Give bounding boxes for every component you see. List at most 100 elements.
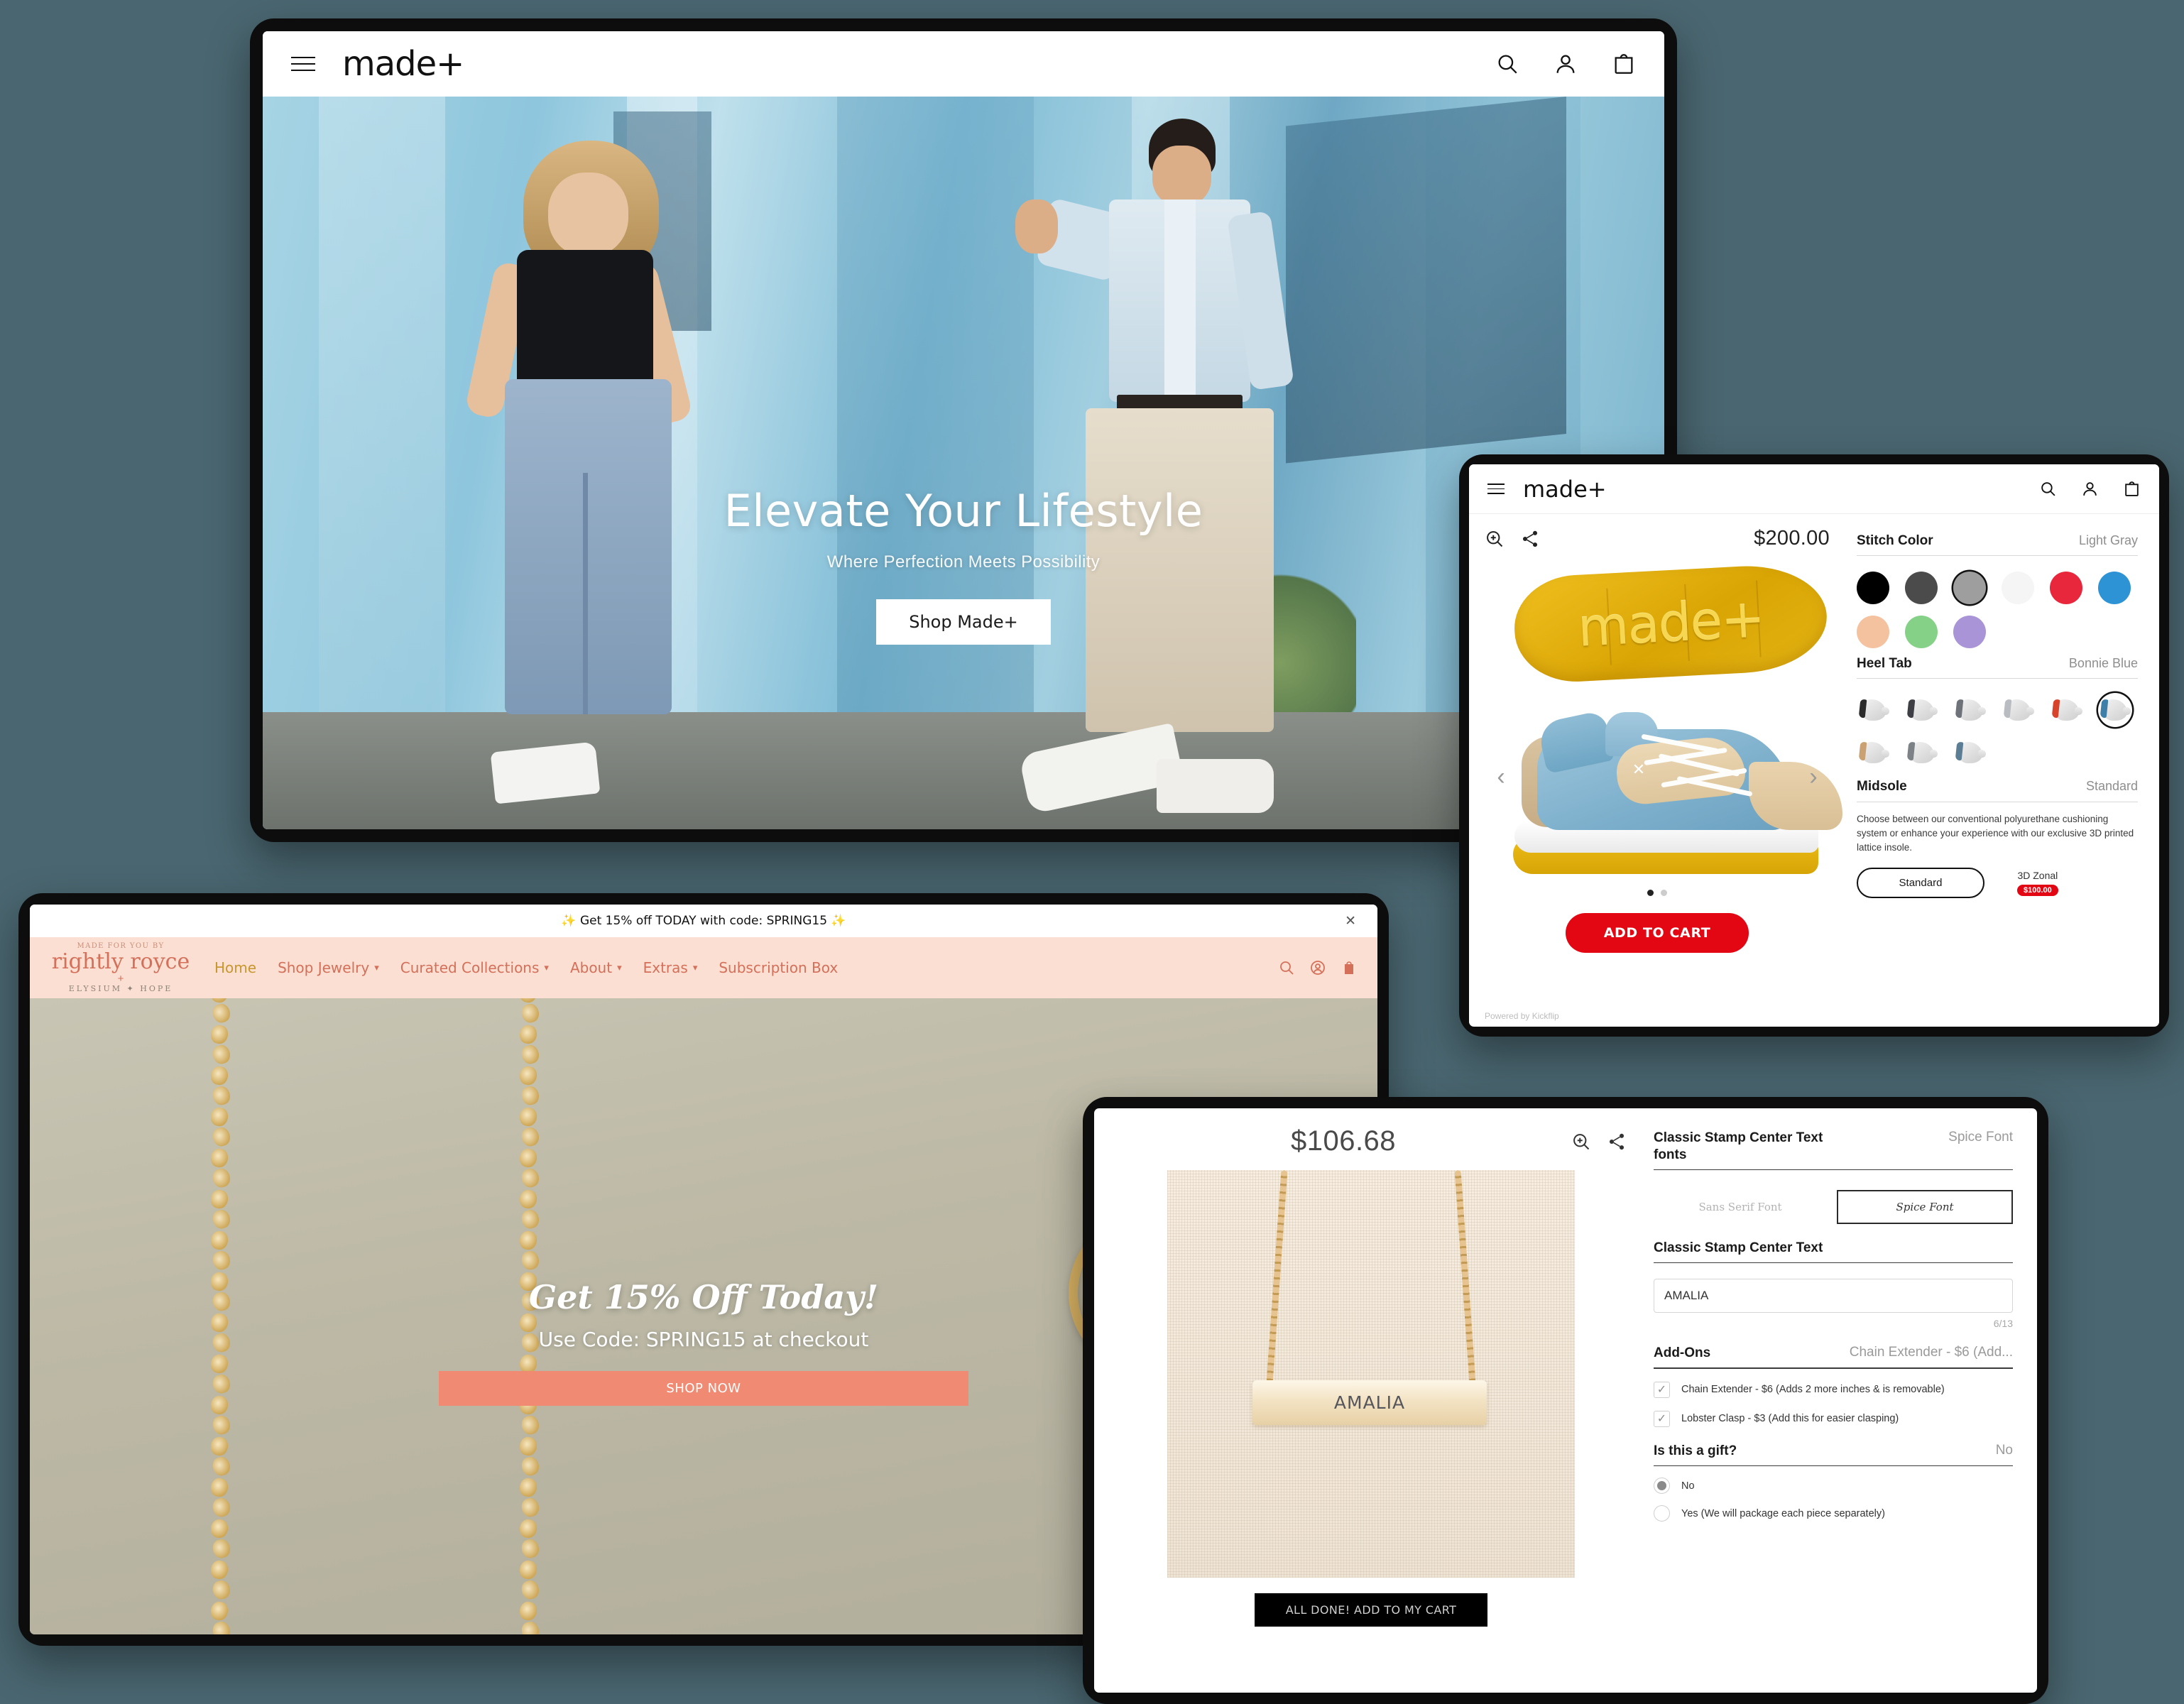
search-icon[interactable] — [1495, 52, 1519, 76]
option-add-ons: Add-Ons Chain Extender - $6 (Add... ✓ Ch… — [1654, 1345, 2013, 1427]
user-icon[interactable] — [2081, 480, 2099, 498]
font-option-spice[interactable]: Spice Font — [1837, 1190, 2013, 1225]
option-title: Midsole — [1857, 779, 1907, 794]
swatch-purple[interactable] — [1953, 616, 1986, 649]
swatch-green[interactable] — [1905, 616, 1938, 649]
swatch-blue[interactable] — [2098, 572, 2131, 605]
sneaker-image: ✕ — [1509, 668, 1842, 874]
divider — [1654, 1169, 2013, 1171]
add-to-cart-button[interactable]: ADD TO CART — [1565, 913, 1749, 953]
swatch-white[interactable] — [2002, 572, 2034, 605]
hero-banner: Elevate Your Lifestyle Where Perfection … — [263, 97, 1664, 829]
stitch-color-swatches — [1857, 572, 2138, 649]
option-stitch-color: Stitch Color Light Gray — [1857, 532, 2138, 649]
promo-text: ✨ Get 15% off TODAY with code: SPRING15 … — [561, 914, 846, 928]
option-panel: Stitch Color Light Gray Heel Tab Bonnie … — [1845, 514, 2159, 1027]
necklace-chain-left — [1266, 1170, 1288, 1383]
option-title: Add-Ons — [1654, 1345, 1711, 1361]
necklace-configurator-body: $106.68 AMALIA ALL DONE! ADD TO MY CART … — [1094, 1108, 2037, 1693]
gift-option-yes[interactable]: Yes (We will package each piece separate… — [1654, 1505, 2013, 1522]
font-choices: Sans Serif Font Spice Font — [1654, 1190, 2013, 1225]
nav-item-about[interactable]: About ▾ — [570, 959, 622, 976]
chevron-down-icon: ▾ — [544, 962, 549, 973]
radio-unselected-icon[interactable] — [1654, 1505, 1670, 1522]
necklace-chain-right — [1454, 1170, 1476, 1383]
option-description: Choose between our conventional polyuret… — [1857, 813, 2134, 853]
nav-item-subscription-box[interactable]: Subscription Box — [719, 959, 838, 976]
engraved-bar-pendant: AMALIA — [1252, 1380, 1487, 1425]
gift-option-no[interactable]: No — [1654, 1478, 2013, 1495]
divider — [1857, 678, 2138, 679]
font-option-sans-serif[interactable]: Sans Serif Font — [1654, 1191, 1827, 1223]
jewelry-nav-icons — [1278, 959, 1358, 976]
next-image-button[interactable]: › — [1801, 765, 1825, 790]
addon-lobster-clasp[interactable]: ✓ Lobster Clasp - $3 (Add this for easie… — [1654, 1410, 2013, 1427]
heel-swatch-slate[interactable] — [1953, 693, 1987, 727]
user-icon[interactable] — [1309, 959, 1326, 976]
hero-copy: Elevate Your Lifestyle Where Perfection … — [263, 485, 1664, 645]
addon-label: Lobster Clasp - $3 (Add this for easier … — [1681, 1413, 1899, 1425]
option-title: Stitch Color — [1857, 533, 1933, 548]
user-icon[interactable] — [1554, 52, 1578, 76]
swatch-peach[interactable] — [1857, 616, 1889, 649]
radio-selected-icon[interactable] — [1654, 1478, 1670, 1495]
cart-icon[interactable] — [2123, 480, 2141, 498]
heel-swatch-gray[interactable] — [1905, 736, 1939, 770]
checkbox-checked-icon[interactable]: ✓ — [1654, 1410, 1670, 1427]
option-heel-tab: Heel Tab Bonnie Blue — [1857, 655, 2138, 770]
header-actions — [1495, 52, 1636, 76]
swatch-light-gray[interactable] — [1953, 572, 1986, 605]
swatch-dark-gray[interactable] — [1905, 572, 1938, 605]
necklace-image: AMALIA — [1167, 1170, 1575, 1578]
zoom-in-icon[interactable] — [1571, 1132, 1591, 1152]
center-text-input[interactable] — [1654, 1279, 2013, 1314]
addon-chain-extender[interactable]: ✓ Chain Extender - $6 (Adds 2 more inche… — [1654, 1381, 2013, 1398]
cart-icon[interactable] — [1612, 52, 1636, 76]
nav-item-shop-jewelry[interactable]: Shop Jewelry ▾ — [278, 959, 379, 976]
search-icon[interactable] — [2039, 480, 2057, 498]
prev-image-button[interactable]: ‹ — [1489, 765, 1513, 790]
heel-swatch-black[interactable] — [1857, 693, 1891, 727]
addon-label: Chain Extender - $6 (Adds 2 more inches … — [1681, 1384, 1945, 1396]
heel-swatch-charcoal[interactable] — [1905, 693, 1939, 727]
option-value: Spice Font — [1948, 1130, 2013, 1145]
nav-item-curated-collections[interactable]: Curated Collections ▾ — [400, 959, 549, 976]
heel-swatch-tan[interactable] — [1857, 736, 1891, 770]
chevron-down-icon: ▾ — [374, 962, 379, 973]
engraving-preview-text: AMALIA — [1333, 1392, 1406, 1413]
add-to-cart-button[interactable]: ALL DONE! ADD TO MY CART — [1254, 1593, 1488, 1627]
divider — [1654, 1367, 2013, 1369]
heel-swatch-steel-blue[interactable] — [1953, 736, 1987, 770]
search-icon[interactable] — [1278, 959, 1295, 976]
midsole-price-badge: $100.00 — [2017, 885, 2058, 897]
necklace-viewer: $106.68 AMALIA ALL DONE! ADD TO MY CART — [1094, 1108, 1648, 1693]
heel-swatch-red[interactable] — [2050, 693, 2084, 727]
pagination-dot[interactable] — [1661, 890, 1667, 896]
shop-now-button[interactable]: SHOP NOW — [439, 1371, 968, 1407]
share-icon[interactable] — [1607, 1132, 1627, 1152]
promo-bar: ✨ Get 15% off TODAY with code: SPRING15 … — [30, 905, 1377, 937]
close-icon[interactable]: ✕ — [1345, 913, 1356, 929]
model-woman — [431, 140, 739, 804]
checkbox-checked-icon[interactable]: ✓ — [1654, 1381, 1670, 1398]
midsole-choices: Standard 3D Zonal $100.00 — [1857, 868, 2138, 899]
option-value: No — [1995, 1442, 2013, 1458]
nav-item-home[interactable]: Home — [214, 959, 256, 976]
bag-icon[interactable] — [1341, 959, 1358, 976]
logo-partner: ELYSIUM ✦ HOPE — [68, 984, 173, 993]
pagination-dot[interactable] — [1647, 890, 1654, 896]
brand-logo[interactable]: made+ — [342, 44, 464, 84]
necklace-cta-wrap: ALL DONE! ADD TO MY CART — [1115, 1593, 1627, 1627]
chevron-down-icon: ▾ — [617, 962, 622, 973]
midsole-3d-zonal-button[interactable]: 3D Zonal $100.00 — [2017, 870, 2058, 897]
swatch-black[interactable] — [1857, 572, 1889, 605]
swatch-red[interactable] — [2050, 572, 2082, 605]
nav-item-extras[interactable]: Extras ▾ — [643, 959, 698, 976]
hamburger-icon[interactable] — [291, 57, 315, 71]
jewelry-logo[interactable]: MADE FOR YOU BY rightly royce + ELYSIUM … — [50, 943, 192, 993]
midsole-standard-button[interactable]: Standard — [1857, 868, 1984, 899]
heel-swatch-silver[interactable] — [2002, 693, 2036, 727]
shop-made-plus-button[interactable]: Shop Made+ — [876, 599, 1051, 645]
heel-swatch-bonnie-blue[interactable] — [2098, 693, 2132, 727]
storefront-header: made+ — [263, 31, 1664, 97]
